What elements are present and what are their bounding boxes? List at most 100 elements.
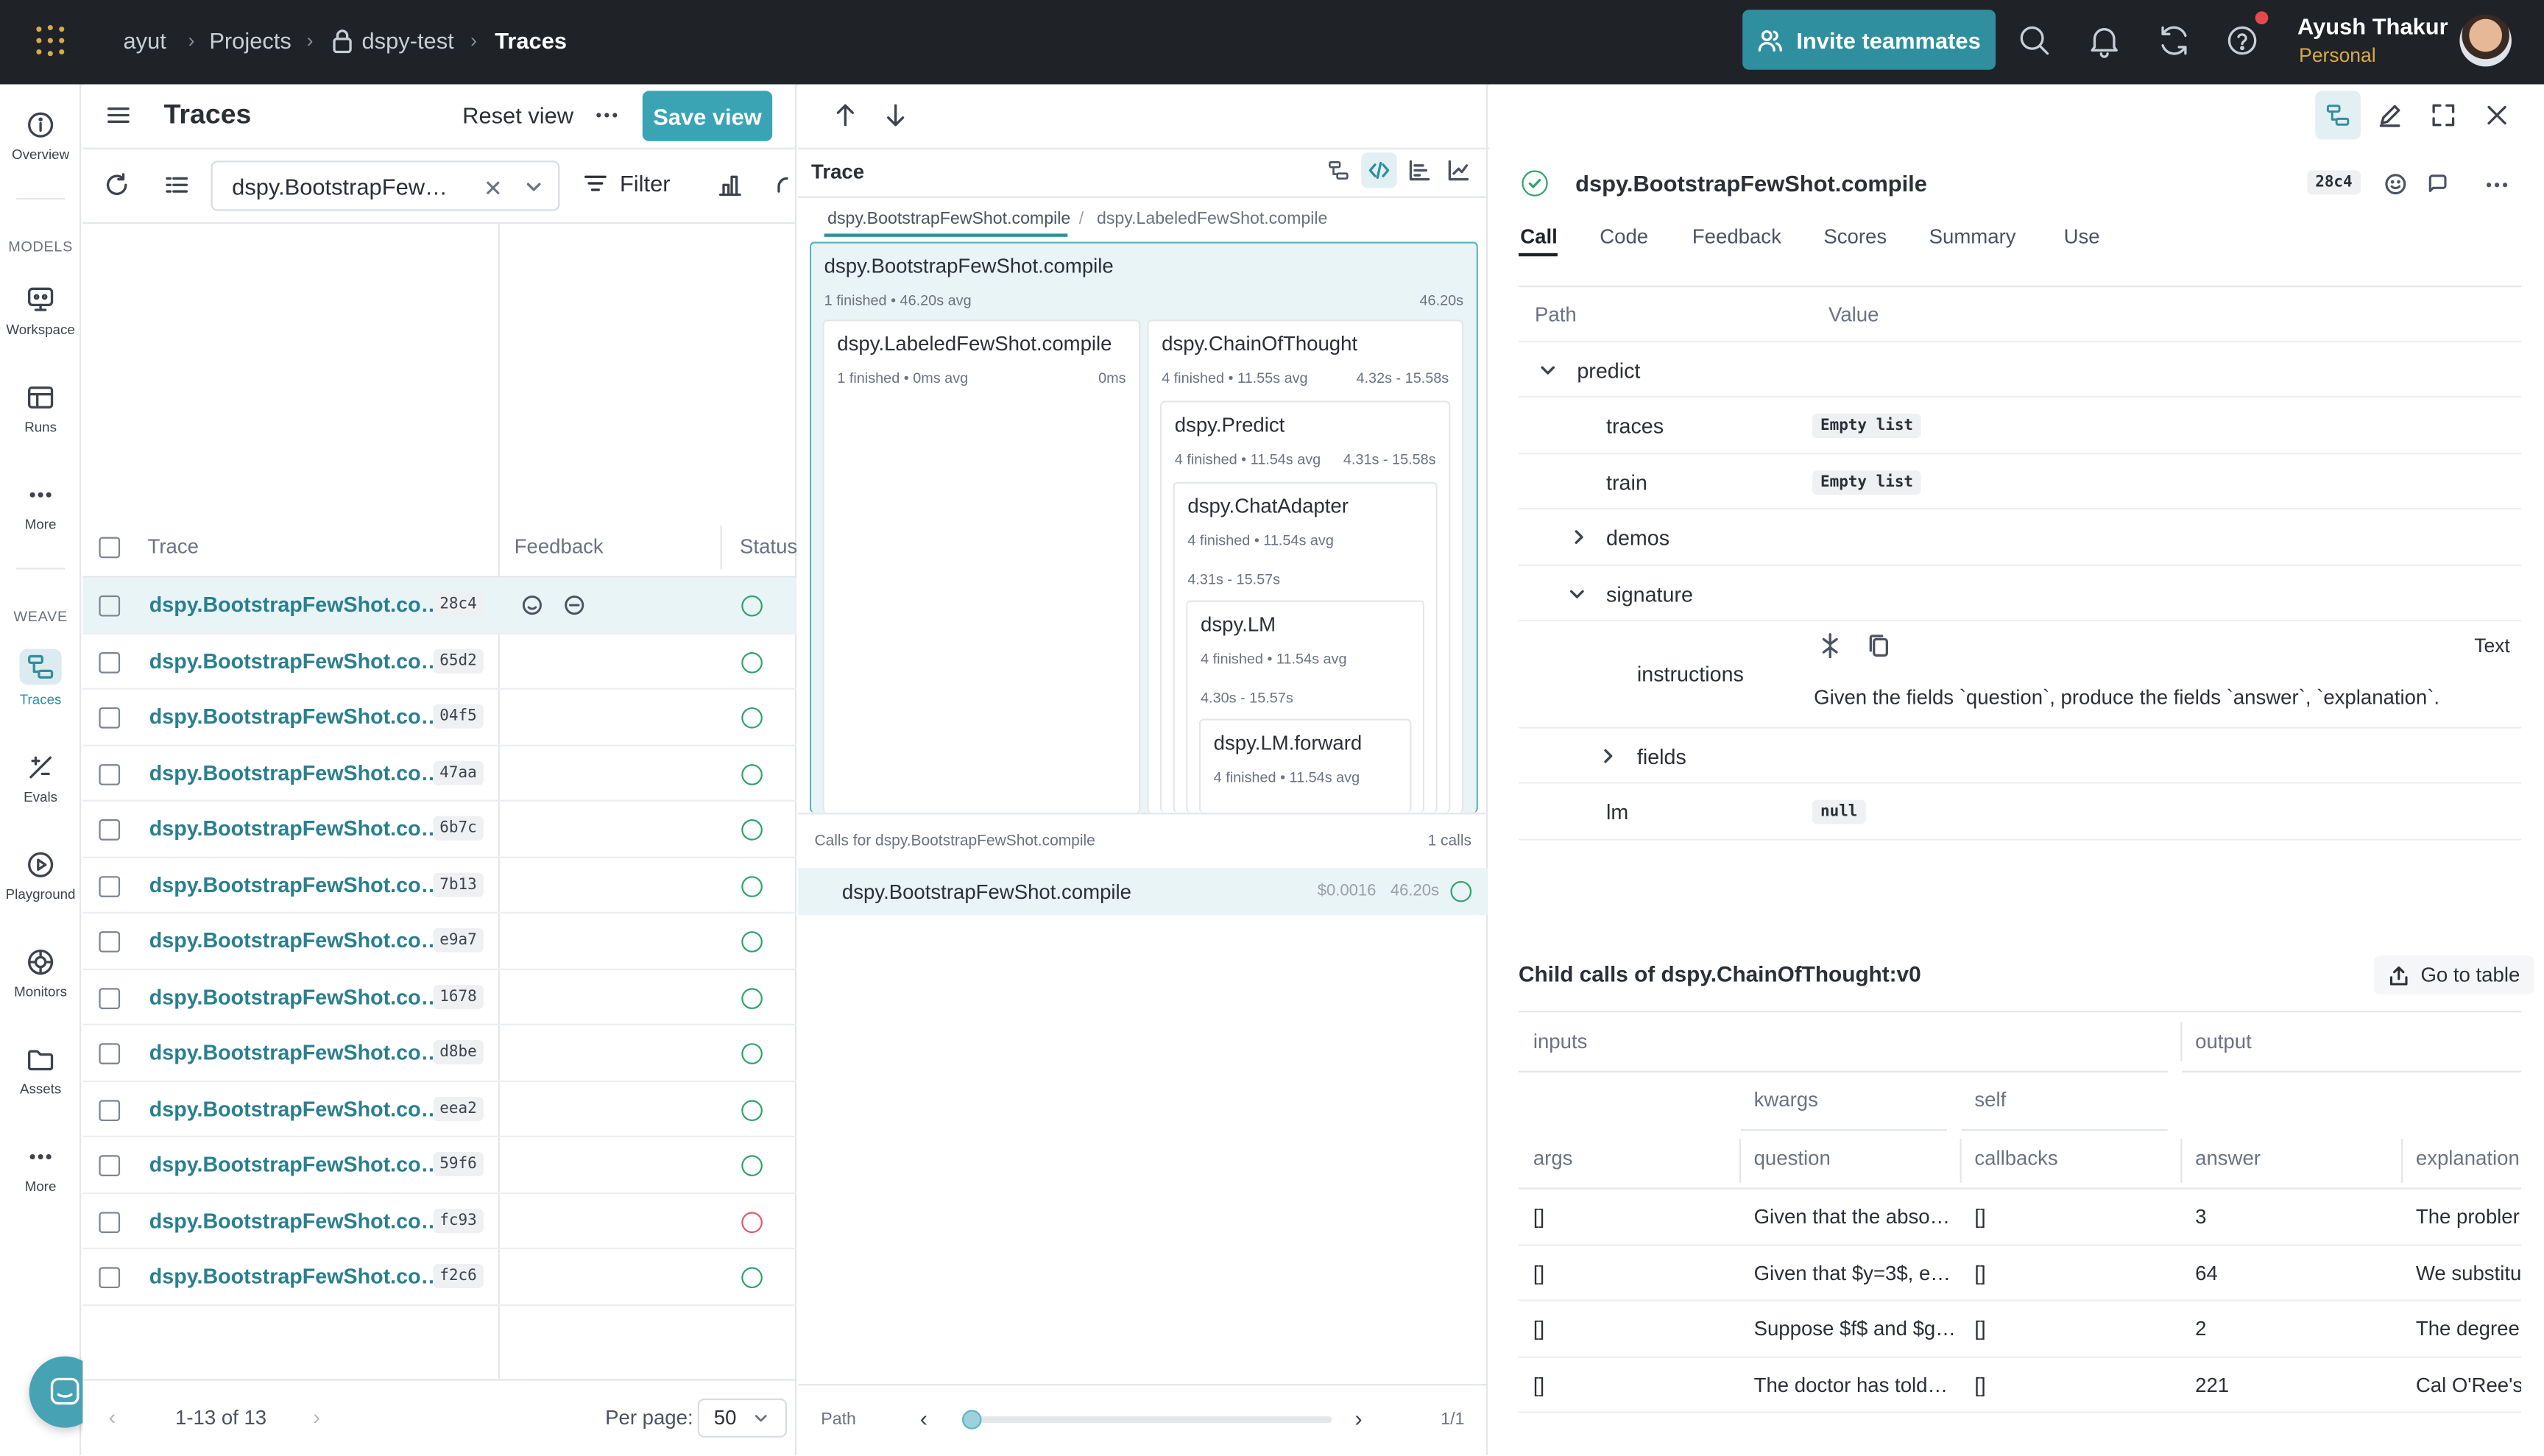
- table-row[interactable]: dspy.BootstrapFewShot.co… 04f5: [82, 690, 797, 746]
- trace-name-link[interactable]: dspy.BootstrapFewShot.co…: [149, 592, 442, 616]
- tree-row-fields[interactable]: fields: [1519, 729, 2522, 784]
- tree-row-demos[interactable]: demos: [1519, 509, 2522, 567]
- trace-name-link[interactable]: dspy.BootstrapFewShot.co…: [149, 816, 442, 841]
- add-reaction-icon[interactable]: [2384, 172, 2408, 197]
- table-row[interactable]: dspy.BootstrapFewShot.co… eea2: [82, 1081, 797, 1138]
- save-view-button[interactable]: Save view: [642, 91, 773, 141]
- go-to-table-button[interactable]: Go to table: [2373, 955, 2535, 995]
- trace-name-link[interactable]: dspy.BootstrapFewShot.co…: [149, 704, 442, 729]
- call-id-badge[interactable]: 28c4: [2307, 170, 2361, 195]
- trace-name-link[interactable]: dspy.BootstrapFewShot.co…: [149, 1208, 442, 1232]
- filter-button[interactable]: Filter: [584, 170, 671, 197]
- trace-id-badge[interactable]: 65d2: [433, 648, 484, 673]
- table-row[interactable]: dspy.BootstrapFewShot.co… 28c4: [82, 577, 797, 634]
- row-checkbox[interactable]: [99, 875, 121, 897]
- table-row[interactable]: dspy.BootstrapFewShot.co… 59f6: [82, 1137, 797, 1194]
- tree-row-train[interactable]: train Empty list: [1519, 454, 2522, 510]
- app-menu-icon[interactable]: [32, 23, 68, 58]
- refresh-icon-partial[interactable]: [776, 175, 795, 198]
- table-row[interactable]: dspy.BootstrapFewShot.co… d8be: [82, 1025, 797, 1082]
- column-header-callbacks[interactable]: callbacks: [1974, 1147, 2057, 1170]
- trace-id-badge[interactable]: eea2: [433, 1095, 484, 1120]
- trace-name-link[interactable]: dspy.BootstrapFewShot.co…: [149, 649, 442, 673]
- trace-name-link[interactable]: dspy.BootstrapFewShot.co…: [149, 872, 442, 897]
- tree-row-lm[interactable]: lm null: [1519, 784, 2522, 841]
- column-header-explanation[interactable]: explanation: [2416, 1147, 2520, 1170]
- wrap-text-icon[interactable]: [1819, 633, 1842, 659]
- path-next-icon[interactable]: ›: [1354, 1405, 1362, 1431]
- arrow-down-icon[interactable]: [884, 102, 907, 128]
- copy-icon[interactable]: [1868, 633, 1890, 659]
- traces-tree-toggle-icon[interactable]: [2315, 91, 2361, 140]
- chevron-down-icon[interactable]: [1538, 360, 1557, 379]
- tree-row-signature[interactable]: signature: [1519, 566, 2522, 622]
- chevron-right-icon[interactable]: [1569, 527, 1588, 546]
- trace-id-badge[interactable]: 04f5: [433, 704, 484, 729]
- row-checkbox[interactable]: [99, 1099, 121, 1120]
- next-page-icon[interactable]: ›: [313, 1405, 320, 1430]
- nav-monitors[interactable]: Monitors: [0, 947, 81, 1000]
- trace-name-link[interactable]: dspy.BootstrapFewShot.co…: [149, 1096, 442, 1120]
- column-header-trace[interactable]: Trace: [148, 535, 199, 558]
- trace-id-badge[interactable]: 1678: [433, 983, 484, 1008]
- trace-id-badge[interactable]: f2c6: [433, 1263, 484, 1289]
- fullscreen-icon[interactable]: [2431, 102, 2456, 128]
- nav-evals[interactable]: Evals: [0, 753, 81, 805]
- table-row[interactable]: dspy.BootstrapFewShot.co… 65d2: [82, 634, 797, 690]
- comment-icon[interactable]: [2425, 172, 2450, 197]
- columns-icon[interactable]: [164, 172, 190, 198]
- invite-teammates-button[interactable]: Invite teammates: [1742, 10, 1996, 70]
- column-header-question[interactable]: question: [1754, 1147, 1831, 1170]
- per-page-select[interactable]: 50: [697, 1398, 787, 1438]
- trace-name-link[interactable]: dspy.BootstrapFewShot.co…: [149, 928, 442, 953]
- arrow-up-icon[interactable]: [834, 102, 857, 128]
- chevron-down-icon[interactable]: [1567, 584, 1586, 603]
- reset-view-button[interactable]: Reset view: [462, 102, 573, 128]
- clear-icon[interactable]: ✕: [484, 175, 503, 202]
- breadcrumb-entity[interactable]: ayut: [124, 27, 166, 53]
- child-call-row[interactable]: [] Given that the abso… [] 3 The probler: [1519, 1190, 2522, 1245]
- path-prev-icon[interactable]: ‹: [920, 1405, 928, 1431]
- table-row[interactable]: dspy.BootstrapFewShot.co… 47aa: [82, 746, 797, 802]
- tree-row-predict[interactable]: predict: [1519, 342, 2522, 397]
- row-checkbox[interactable]: [99, 707, 121, 729]
- op-filter-select[interactable]: dspy.BootstrapFew… ✕: [211, 160, 560, 211]
- row-checkbox[interactable]: [99, 763, 121, 785]
- nav-workspace[interactable]: Workspace: [0, 286, 81, 337]
- trace-id-badge[interactable]: 7b13: [433, 872, 484, 897]
- row-checkbox[interactable]: [99, 819, 121, 841]
- search-icon[interactable]: [2017, 23, 2052, 58]
- trace-id-badge[interactable]: fc93: [433, 1207, 484, 1232]
- path-slider-thumb[interactable]: [962, 1410, 982, 1430]
- child-call-row[interactable]: [] Suppose $f$ and $g… [] 2 The degree: [1519, 1301, 2522, 1357]
- sidebar-toggle-icon[interactable]: [105, 102, 131, 128]
- flamegraph-icon[interactable]: [1408, 159, 1431, 182]
- refresh-icon[interactable]: [2156, 23, 2191, 58]
- row-checkbox[interactable]: [99, 651, 121, 673]
- tab-summary[interactable]: Summary: [1929, 225, 2016, 248]
- edit-icon[interactable]: [2377, 102, 2403, 128]
- column-header-status[interactable]: Status: [740, 535, 797, 558]
- trace-id-badge[interactable]: e9a7: [433, 927, 484, 953]
- table-row[interactable]: dspy.BootstrapFewShot.co… fc93: [82, 1193, 797, 1250]
- user-name[interactable]: Ayush Thakur: [2297, 13, 2448, 39]
- call-row[interactable]: dspy.BootstrapFewShot.compile $0.0016 46…: [798, 868, 1488, 916]
- table-row[interactable]: dspy.BootstrapFewShot.co… e9a7: [82, 913, 797, 969]
- breadcrumb-project[interactable]: dspy-test: [362, 27, 454, 53]
- traces-view-icon[interactable]: [1327, 159, 1350, 182]
- scatter-icon[interactable]: [1447, 159, 1470, 182]
- bell-icon[interactable]: [2086, 23, 2121, 58]
- row-checkbox[interactable]: [99, 987, 121, 1008]
- value-mode-label[interactable]: Text: [2474, 635, 2510, 657]
- column-header-feedback[interactable]: Feedback: [515, 535, 604, 558]
- nav-runs[interactable]: Runs: [0, 383, 81, 435]
- nav-playground[interactable]: Playground: [0, 850, 81, 902]
- chevron-right-icon[interactable]: [1598, 746, 1617, 766]
- tab-call[interactable]: Call: [1520, 225, 1558, 248]
- row-checkbox[interactable]: [99, 1211, 121, 1232]
- row-checkbox[interactable]: [99, 1267, 121, 1289]
- row-checkbox[interactable]: [99, 1155, 121, 1176]
- trace-id-badge[interactable]: 28c4: [433, 592, 484, 617]
- trace-breadcrumb-root[interactable]: dspy.BootstrapFewShot.compile: [827, 209, 1070, 228]
- more-options-icon[interactable]: [594, 104, 620, 127]
